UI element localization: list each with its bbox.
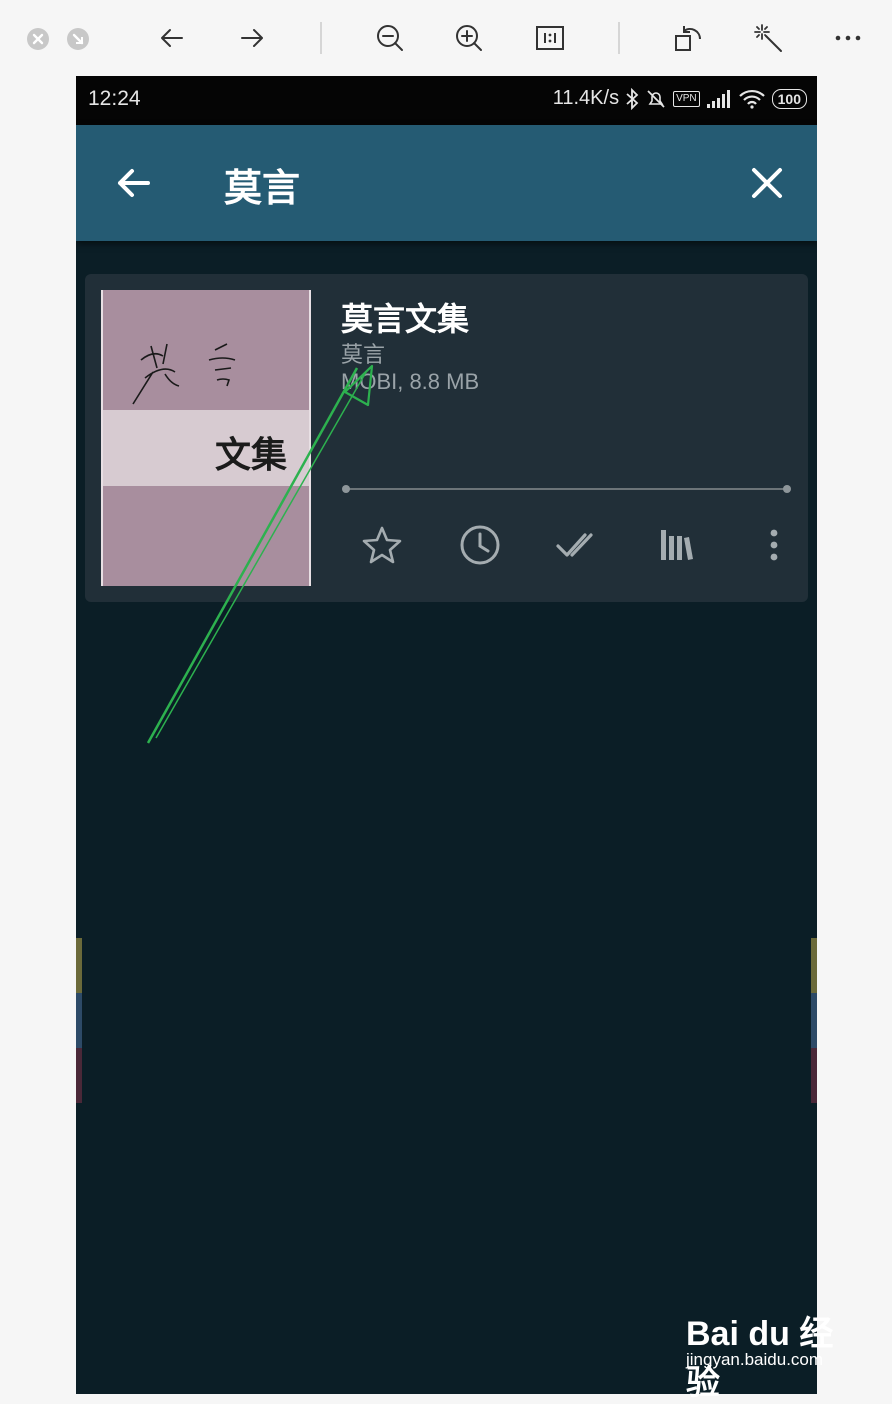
wifi-icon [738, 89, 765, 109]
magic-wand-icon[interactable] [752, 22, 784, 54]
progress-end-dot [783, 485, 791, 493]
cover-signature [132, 343, 236, 405]
edge-strip [76, 993, 82, 1048]
app-bar: 莫言 [76, 125, 817, 241]
book-actions [355, 522, 795, 568]
edge-strip [76, 1048, 82, 1103]
double-check-icon[interactable] [555, 522, 601, 568]
close-window-icon[interactable] [27, 28, 49, 50]
arrow-left-icon[interactable] [156, 22, 188, 54]
page-title: 莫言 [224, 166, 301, 210]
toolbar-divider [618, 22, 620, 54]
bluetooth-icon [626, 87, 639, 110]
reading-progress-bar [342, 485, 791, 493]
battery-level: 100 [771, 88, 807, 109]
library-icon[interactable] [653, 522, 699, 568]
cover-title: 文集 [214, 435, 287, 476]
book-title: 莫言文集 [341, 300, 470, 338]
more-vert-icon[interactable] [751, 522, 797, 568]
edge-strip [76, 938, 82, 993]
mute-bell-icon [647, 89, 665, 108]
edge-strip [811, 938, 817, 993]
progress-start-dot [342, 485, 350, 493]
back-arrow-icon[interactable] [112, 161, 156, 205]
book-author: 莫言 [341, 343, 386, 368]
book-cover[interactable]: 文集 [101, 290, 311, 586]
phone-screen: 12:24 11.4K/s VPN 100 莫言 文集 莫言文集 莫言 MOBI… [76, 76, 817, 1394]
more-icon[interactable] [832, 22, 864, 54]
star-icon[interactable] [359, 522, 405, 568]
status-icons: 11.4K/s VPN 100 [553, 87, 807, 110]
book-card[interactable]: 文集 莫言文集 莫言 MOBI, 8.8 MB [85, 274, 808, 602]
status-time: 12:24 [88, 87, 141, 110]
actual-size-icon[interactable] [534, 22, 566, 54]
net-speed: 11.4K/s [552, 87, 620, 109]
clock-icon[interactable] [457, 522, 503, 568]
signal-icon [706, 89, 730, 108]
status-bar: 12:24 11.4K/s VPN 100 [76, 76, 817, 125]
vpn-badge: VPN [673, 90, 700, 107]
edge-strip [811, 993, 817, 1048]
zoom-in-icon[interactable] [453, 22, 485, 54]
edge-strip [811, 1048, 817, 1103]
close-icon[interactable] [745, 161, 789, 205]
zoom-out-icon[interactable] [374, 22, 406, 54]
baidu-watermark: Bai du 经验 jingyan.baidu.com [686, 1296, 866, 1402]
minimize-window-icon[interactable] [67, 28, 89, 50]
toolbar-divider [320, 22, 322, 54]
arrow-right-icon[interactable] [236, 22, 268, 54]
image-viewer-toolbar [0, 0, 892, 76]
watermark-url: jingyan.baidu.com [686, 1350, 824, 1369]
rotate-icon[interactable] [672, 22, 704, 54]
book-format-size: MOBI, 8.8 MB [341, 369, 480, 394]
